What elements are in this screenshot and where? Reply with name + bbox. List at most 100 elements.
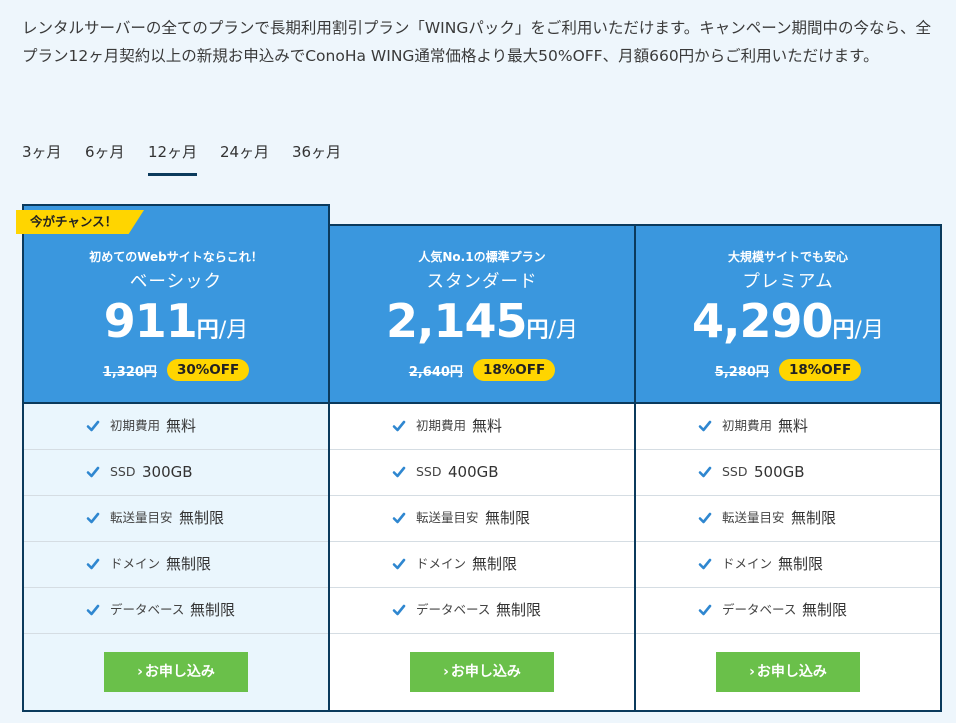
plan-tagline: 人気No.1の標準プラン	[418, 250, 546, 264]
discount-badge: 18%OFF	[778, 359, 862, 381]
feature-row: ドメイン 無制限	[330, 542, 634, 588]
feature-label: データベース	[416, 602, 491, 617]
feature-value: 300GB	[142, 463, 193, 481]
chevron-right-icon: ›	[137, 664, 143, 680]
apply-label: お申し込み	[450, 664, 521, 680]
feature-value: 無制限	[472, 555, 518, 573]
intro-text: レンタルサーバーの全てのプランで長期利用割引プラン「WINGパック」をご利用いた…	[22, 19, 932, 65]
price-line: 4,290円/月	[636, 294, 940, 348]
price-per-month: /月	[854, 318, 884, 343]
feature-row: データベース 無制限	[330, 588, 634, 634]
plan-name: プレミアム	[742, 272, 834, 292]
feature-value: 無料	[778, 417, 809, 435]
check-icon	[392, 464, 406, 478]
chevron-right-icon: ›	[443, 664, 449, 680]
feature-value: 無制限	[166, 555, 212, 573]
feature-label: 転送量目安	[416, 510, 479, 525]
check-icon	[698, 510, 712, 524]
feature-row: SSD 400GB	[330, 450, 634, 496]
apply-button[interactable]: › お申し込み	[716, 652, 860, 692]
feature-row: 転送量目安 無制限	[24, 496, 328, 542]
plan-price: 4,290	[692, 294, 834, 348]
price-yen: 円	[526, 318, 549, 343]
feature-row: ドメイン 無制限	[636, 542, 940, 588]
feature-row: ドメイン 無制限	[24, 542, 328, 588]
feature-value: 無制限	[496, 601, 542, 619]
feature-value: 無制限	[791, 509, 837, 527]
tab-36-months[interactable]: 36ヶ月	[292, 140, 341, 164]
original-price: 2,640円	[408, 364, 463, 380]
apply-label: お申し込み	[756, 664, 827, 680]
feature-label: 初期費用	[416, 418, 467, 433]
feature-label: データベース	[110, 602, 185, 617]
feature-value: 無制限	[179, 509, 225, 527]
feature-row: データベース 無制限	[636, 588, 940, 634]
check-icon	[392, 510, 406, 524]
plan-standard-header: 人気No.1の標準プラン スタンダード 2,145円/月 2,640円 18%OF…	[328, 224, 636, 404]
check-icon	[698, 418, 712, 432]
feature-row: 初期費用 無料	[330, 404, 634, 450]
plan-price: 911	[103, 294, 198, 348]
feature-label: SSD	[722, 464, 748, 479]
chevron-right-icon: ›	[749, 664, 755, 680]
check-icon	[698, 556, 712, 570]
feature-label: 初期費用	[110, 418, 161, 433]
discount-badge: 30%OFF	[166, 359, 250, 381]
price-yen: 円	[832, 318, 855, 343]
check-icon	[86, 556, 100, 570]
feature-label: ドメイン	[416, 556, 467, 571]
feature-label: ドメイン	[110, 556, 161, 571]
feature-value: 無料	[472, 417, 503, 435]
tab-6-months[interactable]: 6ヶ月	[85, 140, 125, 164]
feature-value: 無制限	[778, 555, 824, 573]
discount-line: 5,280円 18%OFF	[636, 359, 940, 381]
feature-value: 無制限	[802, 601, 848, 619]
feature-value: 400GB	[448, 463, 499, 481]
feature-row: 初期費用 無料	[24, 404, 328, 450]
check-icon	[86, 418, 100, 432]
price-yen: 円	[196, 318, 219, 343]
feature-label: ドメイン	[722, 556, 773, 571]
feature-label: SSD	[110, 464, 136, 479]
price-per-month: /月	[548, 318, 578, 343]
check-icon	[392, 556, 406, 570]
discount-badge: 18%OFF	[472, 359, 556, 381]
price-line: 911円/月	[24, 294, 328, 348]
feature-row: データベース 無制限	[24, 588, 328, 634]
plan-name: ベーシック	[129, 272, 223, 292]
feature-value: 無料	[166, 417, 197, 435]
feature-row: 転送量目安 無制限	[636, 496, 940, 542]
check-icon	[86, 602, 100, 616]
check-icon	[392, 418, 406, 432]
price-per-month: /月	[218, 318, 249, 343]
check-icon	[392, 602, 406, 616]
original-price: 1,320円	[102, 364, 157, 380]
discount-line: 2,640円 18%OFF	[330, 359, 634, 381]
check-icon	[86, 464, 100, 478]
feature-label: SSD	[416, 464, 442, 479]
feature-label: 転送量目安	[110, 510, 173, 525]
feature-row: 転送量目安 無制限	[330, 496, 634, 542]
tab-12-months[interactable]: 12ヶ月	[148, 140, 198, 176]
apply-label: お申し込み	[144, 664, 215, 680]
check-icon	[86, 510, 100, 524]
apply-button[interactable]: › お申し込み	[104, 652, 248, 692]
plan-premium-header: 大規模サイトでも安心 プレミアム 4,290円/月 5,280円 18%OFF	[634, 224, 942, 404]
check-icon	[698, 602, 712, 616]
feature-value: 500GB	[754, 463, 805, 481]
check-icon	[698, 464, 712, 478]
tab-24-months[interactable]: 24ヶ月	[220, 140, 269, 164]
discount-line: 1,320円 30%OFF	[24, 359, 328, 381]
feature-row: 初期費用 無料	[636, 404, 940, 450]
tab-3-months[interactable]: 3ヶ月	[22, 140, 62, 164]
feature-row: SSD 300GB	[24, 450, 328, 496]
feature-row: SSD 500GB	[636, 450, 940, 496]
feature-label: データベース	[722, 602, 797, 617]
plan-tagline: 大規模サイトでも安心	[727, 250, 848, 264]
apply-button[interactable]: › お申し込み	[410, 652, 554, 692]
plan-name: スタンダード	[426, 272, 538, 292]
feature-label: 転送量目安	[722, 510, 785, 525]
feature-value: 無制限	[190, 601, 236, 619]
price-line: 2,145円/月	[330, 294, 634, 348]
plan-price: 2,145	[386, 294, 528, 348]
